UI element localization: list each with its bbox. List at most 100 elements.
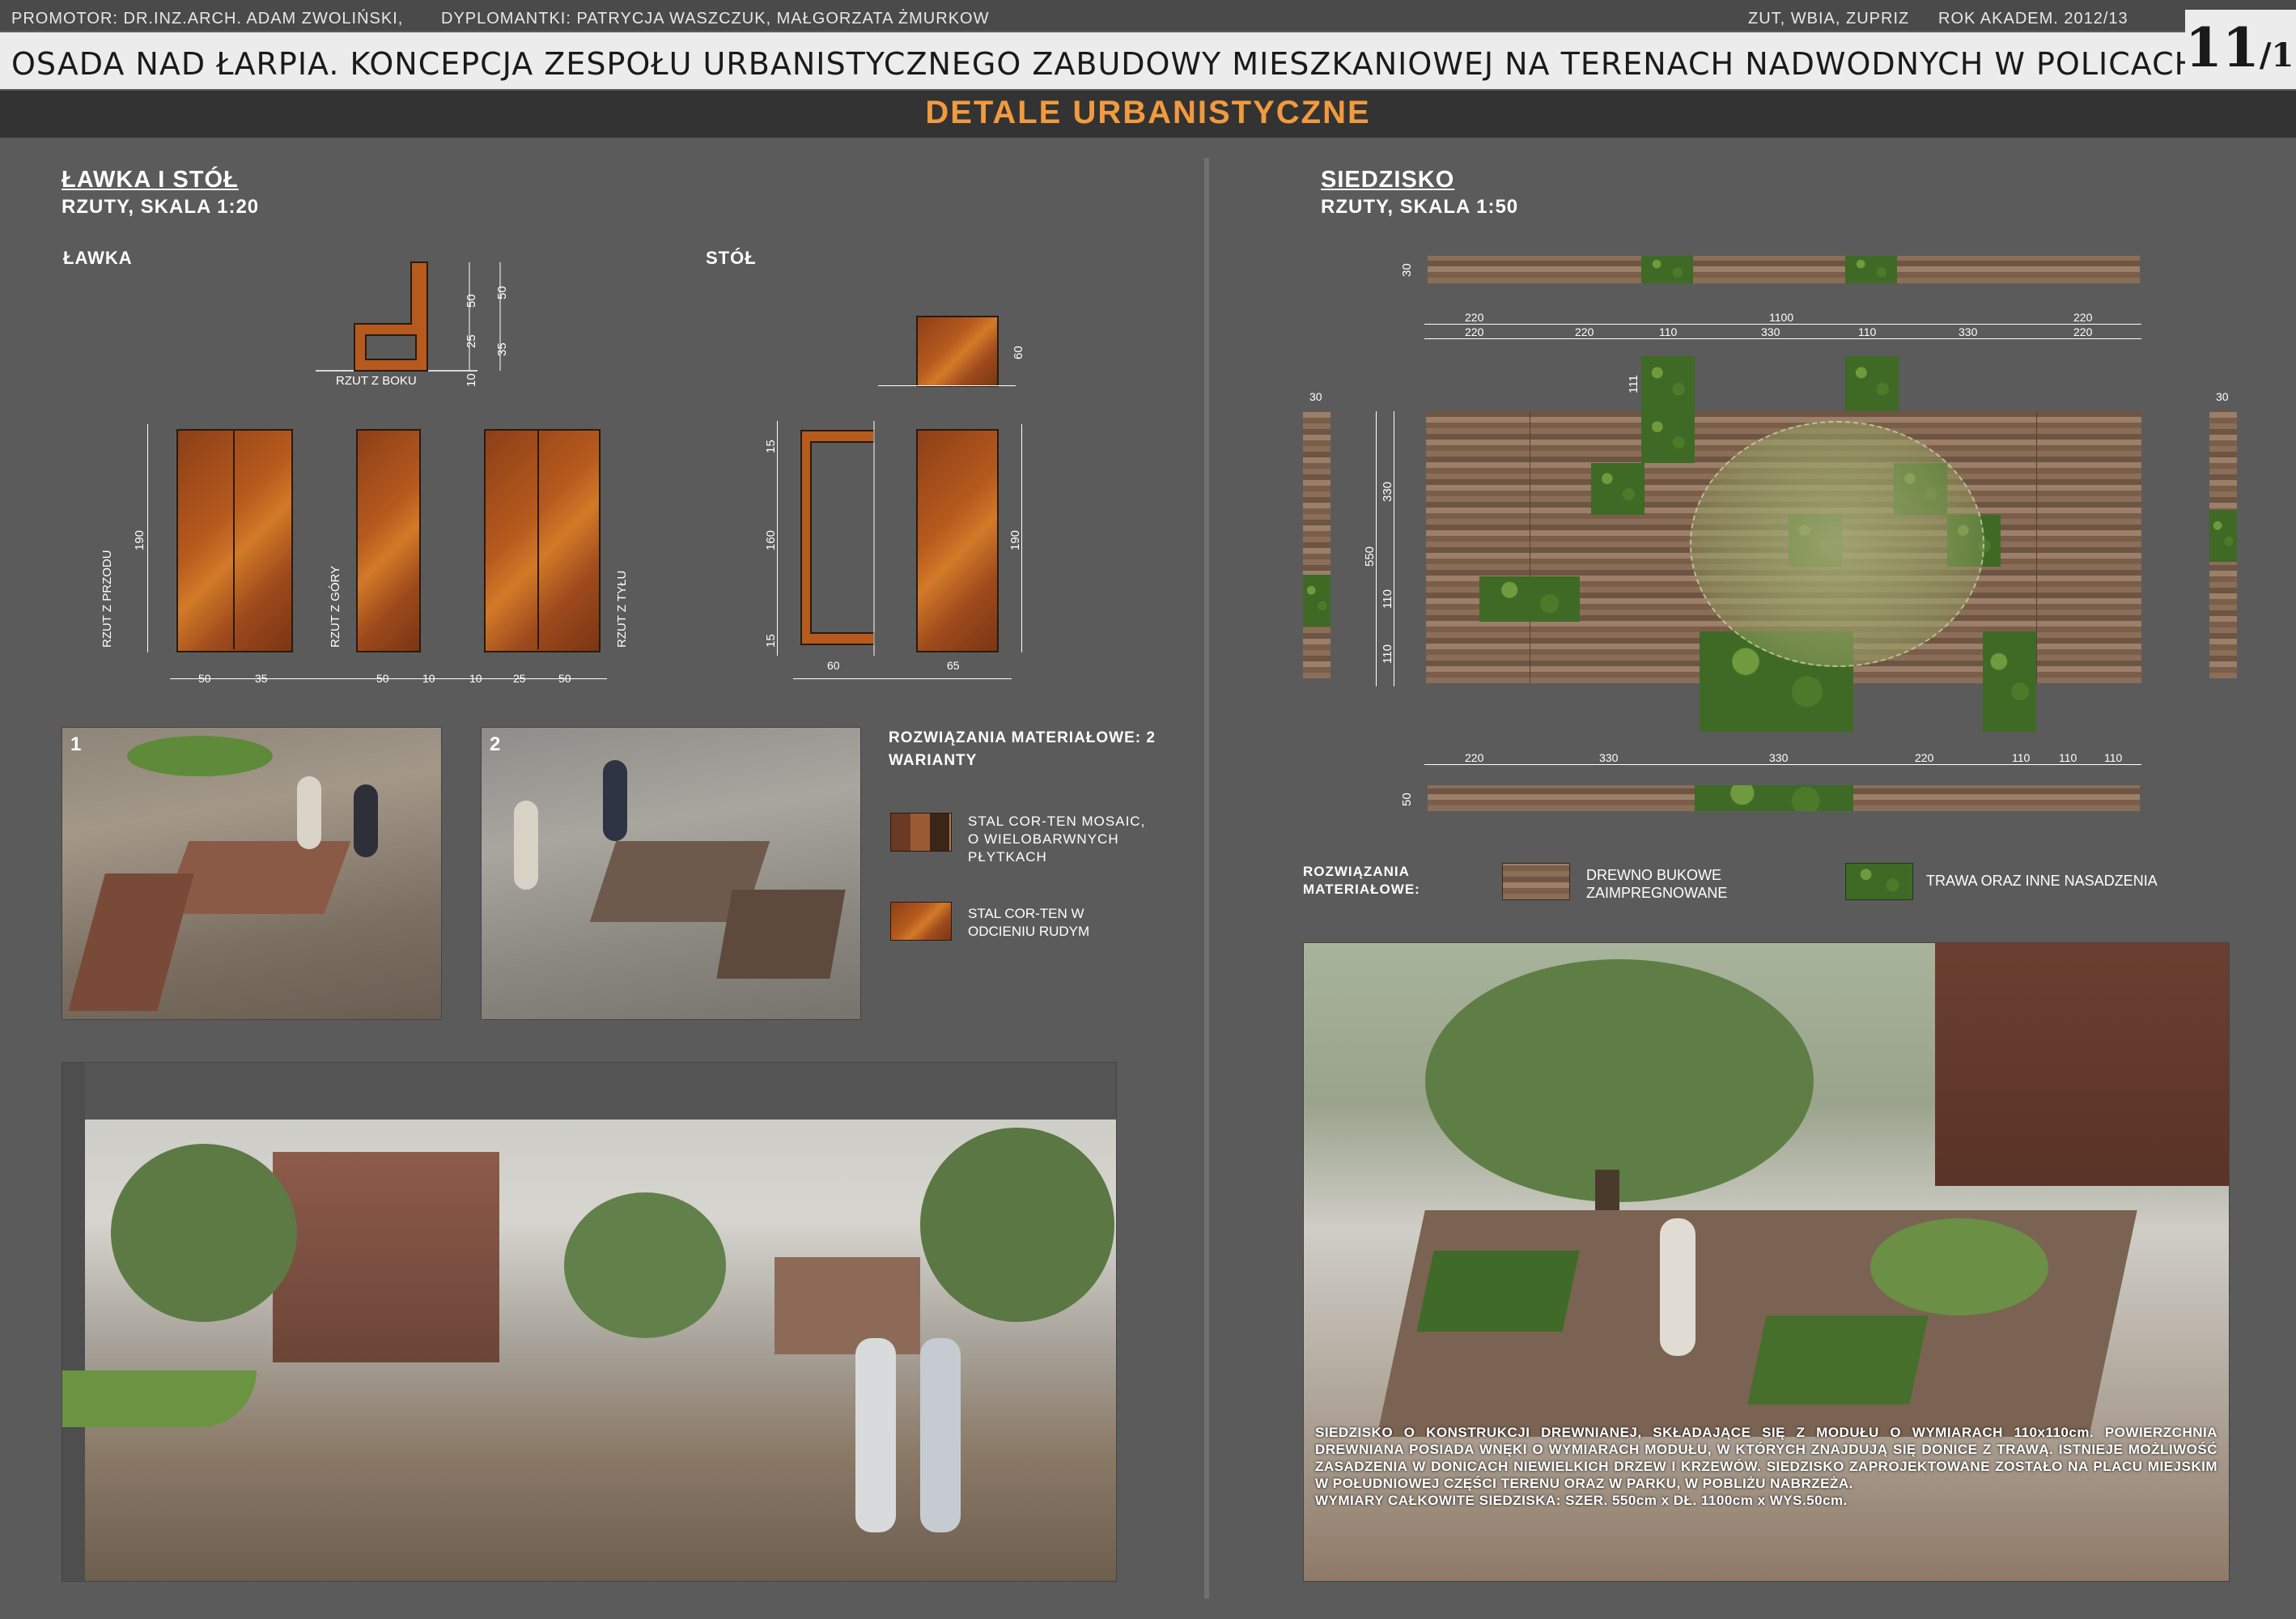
dim-top2-330a: 330 (1761, 325, 1780, 338)
dim-left-110a: 110 (1381, 589, 1394, 609)
render-building (775, 1257, 920, 1354)
seating-elevation-left-grass (1303, 575, 1330, 627)
render-tree (564, 1192, 726, 1338)
dim-bottom-220b: 220 (1915, 751, 1934, 764)
seating-scale: RZUTY, SKALA 1:50 (1321, 196, 1519, 218)
dim-bottom-110c: 110 (2104, 751, 2123, 764)
render-tree (920, 1128, 1114, 1322)
render-person (855, 1338, 896, 1532)
dim-top2-220b: 220 (1575, 325, 1594, 338)
seating-total-dimensions: WYMIARY CAŁKOWITE SIEDZISKA: SZER. 550cm… (1315, 1493, 1848, 1508)
material-corten-mosaic-label: STAL COR-TEN MOSAIC, O WIELOBARWNYCH PŁY… (968, 814, 1146, 865)
dim-top-50: 50 (376, 672, 389, 685)
render-street-scene (62, 1062, 1117, 1582)
dim-side-10: 10 (465, 373, 478, 387)
dim-left-110b: 110 (1381, 644, 1394, 664)
academic-year-text: ROK AKADEM. 2012/13 (1938, 10, 2128, 28)
promotor-text: PROMOTOR: DR.INZ.ARCH. ADAM ZWOLIŃSKI, (11, 10, 404, 28)
seating-elevation-left (1303, 411, 1330, 678)
view-top-label: RZUT Z GÓRY (329, 565, 342, 648)
table-label: STÓŁ (706, 248, 757, 268)
render-canopy-post (62, 1063, 85, 1581)
dim-line-table-bottom (793, 678, 1012, 679)
dim-elev-30a: 30 (1400, 263, 1414, 277)
dim-top-220a: 220 (1465, 311, 1484, 324)
table-section-profile (800, 430, 875, 645)
render-building (273, 1152, 499, 1362)
dim-bottom-330a: 330 (1599, 751, 1619, 764)
dim-left-330: 330 (1381, 481, 1394, 502)
seating-elevation-top (1428, 256, 2140, 283)
dim-left-550: 550 (1363, 546, 1377, 567)
material-grass-label: TRAWA ORAZ INNE NASADZENIA (1926, 873, 2158, 889)
dim-side-25: 25 (465, 334, 478, 348)
render-shrub (1870, 1218, 2048, 1315)
dim-bottom-330b: 330 (1769, 751, 1789, 764)
dim-top2-110b: 110 (1858, 325, 1877, 338)
table-section-drawing (800, 421, 875, 656)
seating-description-text: SIEDZISKO O KONSTRUKCJI DREWNIANEJ, SKŁA… (1315, 1425, 2217, 1491)
bench-top-view (356, 429, 421, 652)
dim-bottom-110a: 110 (2012, 751, 2031, 764)
dim-table-60b: 60 (1012, 346, 1025, 359)
bench-front-view (176, 429, 293, 652)
seating-elevation-right-grass (2209, 510, 2237, 562)
page-title: OSADA NAD ŁARPIA. KONCEPCJA ZESPOŁU URBA… (11, 46, 2209, 82)
seating-materials-title: ROZWIĄZANIA MATERIAŁOWE: (1303, 864, 1420, 897)
table-side-top-view (916, 316, 999, 387)
plan-module-line (2036, 411, 2037, 683)
render-seating-scene: SIEDZISKO O KONSTRUKCJI DREWNIANEJ, SKŁA… (1303, 942, 2230, 1582)
material-corten-rust-label: STAL COR-TEN W ODCIENIU RUDYM (968, 906, 1090, 939)
render-person (514, 801, 538, 890)
render-tree (1425, 959, 1814, 1202)
render-person (354, 784, 378, 857)
dim-table-15a: 15 (764, 440, 778, 453)
render-person (920, 1338, 961, 1532)
dim-table-190: 190 (1008, 529, 1022, 550)
institution-text: ZUT, WBIA, ZUPRIZ (1748, 10, 1910, 28)
dim-top-1100: 1100 (1769, 311, 1794, 324)
render-photo-1: 1 (62, 727, 442, 1020)
page-current: 11 (2185, 16, 2260, 79)
render-grass-module (1416, 1251, 1580, 1332)
dim-line-top2 (1424, 338, 2141, 339)
render-lawn (62, 1370, 257, 1427)
render-photo-2: 2 (481, 727, 861, 1020)
dim-table-160: 160 (764, 529, 778, 550)
dim-table-65: 65 (947, 659, 960, 672)
table-top-view (916, 429, 999, 652)
photo-1-number: 1 (70, 733, 83, 755)
dim-bottom-220a: 220 (1465, 751, 1484, 764)
dim-front-35: 35 (255, 672, 268, 685)
dim-top2-110a: 110 (1659, 325, 1678, 338)
dim-table-60: 60 (827, 659, 840, 672)
dim-111: 111 (1627, 375, 1640, 393)
bench-profile-cutout (365, 334, 417, 360)
page-number: 11/13 (2185, 16, 2296, 79)
swatch-corten-mosaic (890, 813, 952, 852)
render-grass-module (1747, 1315, 1929, 1404)
render-lawn (127, 736, 273, 776)
bench-table-heading: ŁAWKA I STÓŁ (62, 167, 239, 193)
dim-elev-30c: 30 (2216, 390, 2229, 403)
dim-top2-220a: 220 (1465, 325, 1484, 338)
dyplomantki-text: DYPLOMANTKI: PATRYCJA WASZCZUK, MAŁGORZA… (441, 10, 990, 28)
section-title: DETALE URBANISTYCZNE (925, 95, 1371, 130)
plan-grass-module (1641, 411, 1695, 463)
dim-table-15b: 15 (764, 634, 778, 648)
photo-2-number: 2 (490, 733, 502, 755)
bench-back-view (484, 429, 601, 652)
render-person (1660, 1218, 1695, 1356)
dim-top2-220c: 220 (2073, 325, 2093, 338)
render-tree (111, 1144, 297, 1322)
dim-back-25: 25 (513, 672, 526, 685)
tree-canopy-outline (1690, 421, 1984, 667)
seating-elevation-top-grass (1641, 256, 1693, 283)
dim-bottom-110b: 110 (2059, 751, 2077, 764)
dim-side-50b: 50 (495, 286, 509, 300)
seating-description: SIEDZISKO O KONSTRUKCJI DREWNIANEJ, SKŁA… (1315, 1424, 2217, 1509)
table-ground-line (878, 385, 1016, 386)
plan-grass-module (1845, 356, 1899, 411)
dim-side-35: 35 (495, 342, 509, 356)
bench-back-seam (537, 429, 539, 649)
